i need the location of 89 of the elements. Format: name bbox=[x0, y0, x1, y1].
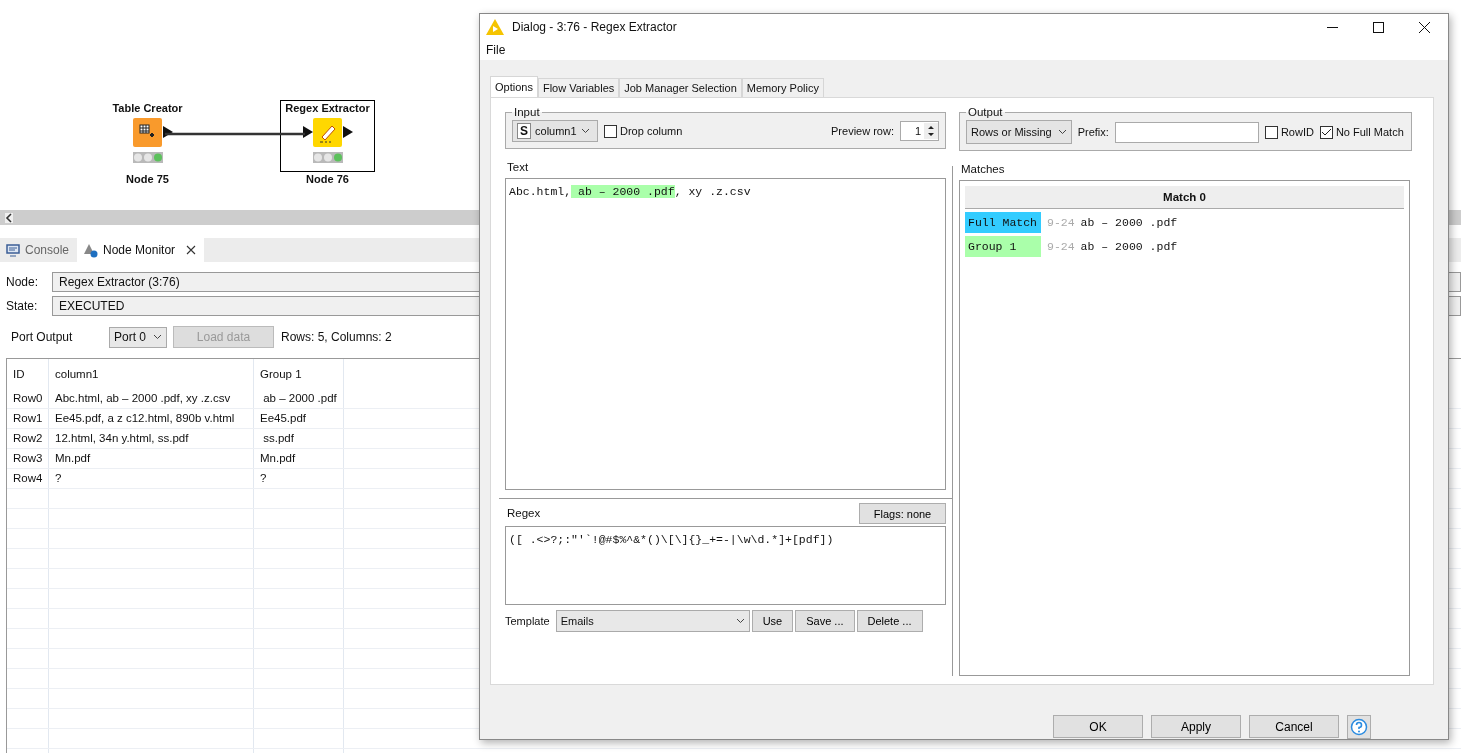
match-value: ab – 2000 .pdf bbox=[1080, 240, 1178, 253]
pencil-icon[interactable] bbox=[313, 118, 342, 147]
status-light-icon bbox=[312, 152, 343, 163]
prefix-field[interactable] bbox=[1114, 121, 1259, 143]
checkbox[interactable] bbox=[1264, 125, 1278, 139]
table-cell: Row4 bbox=[7, 469, 49, 488]
preview-row-spinner[interactable]: 1 bbox=[900, 121, 939, 141]
panel-tab[interactable]: Console bbox=[0, 238, 78, 262]
field-label: Node: bbox=[6, 275, 40, 289]
drop-column-checkbox[interactable]: Drop column bbox=[604, 124, 683, 138]
table-summary: Rows: 5, Columns: 2 bbox=[281, 330, 392, 344]
spinner-arrows-icon[interactable] bbox=[924, 123, 938, 139]
preview-row-label: Preview row: bbox=[831, 125, 894, 137]
checkbox[interactable] bbox=[1319, 125, 1333, 139]
text-area[interactable]: Abc.html, ab – 2000 .pdf, xy .z.csv bbox=[505, 178, 946, 490]
scroll-left-icon[interactable] bbox=[5, 212, 13, 223]
panel-tab[interactable]: Node Monitor bbox=[77, 238, 205, 262]
table-cell: 12.html, 34n y.html, ss.pdf bbox=[49, 429, 254, 448]
table-cell: ? bbox=[49, 469, 254, 488]
help-icon bbox=[1350, 718, 1368, 736]
column-dropdown[interactable]: S column1 bbox=[512, 120, 598, 142]
node-label: Node 75 bbox=[126, 173, 169, 185]
dialog-tab[interactable]: Memory Policy bbox=[741, 78, 824, 97]
checkbox[interactable] bbox=[604, 124, 617, 138]
match-value: ab – 2000 .pdf bbox=[1080, 216, 1178, 229]
table-cell: Row3 bbox=[7, 449, 49, 468]
node-title: Regex Extractor bbox=[285, 102, 370, 114]
table-cell: Row0 bbox=[7, 389, 49, 408]
match-header: Match 0 bbox=[965, 186, 1404, 209]
dialog-button[interactable]: OK bbox=[1053, 715, 1143, 738]
table-cell: ? bbox=[254, 469, 344, 488]
dialog-button[interactable]: Apply bbox=[1151, 715, 1241, 738]
table-cell: Mn.pdf bbox=[49, 449, 254, 468]
table-cell: ss.pdf bbox=[254, 429, 344, 448]
template-button[interactable]: Use bbox=[751, 610, 794, 632]
flags-button[interactable]: Flags: none bbox=[859, 503, 946, 524]
table-cell: Mn.pdf bbox=[254, 449, 344, 468]
dialog-button[interactable]: Cancel bbox=[1249, 715, 1339, 738]
help-button[interactable] bbox=[1347, 715, 1371, 739]
group-title: Output bbox=[967, 106, 1004, 118]
warning-icon bbox=[486, 19, 504, 36]
column-header[interactable]: column1 bbox=[49, 359, 254, 389]
table-cell: Abc.html, ab – 2000 .pdf, xy .z.csv bbox=[49, 389, 254, 408]
chevron-icon bbox=[1057, 129, 1067, 135]
string-type-icon: S bbox=[517, 123, 531, 139]
maximize-icon[interactable] bbox=[1373, 21, 1384, 33]
template-button[interactable]: Delete ... bbox=[856, 610, 923, 632]
close-icon[interactable] bbox=[186, 245, 197, 255]
port-dropdown[interactable]: Port 0 bbox=[109, 326, 167, 348]
section-label: Matches bbox=[961, 163, 1006, 175]
status-light-icon bbox=[132, 152, 163, 163]
match-range: 9-24 bbox=[1047, 240, 1075, 253]
no-full-match-checkbox[interactable]: No Full Match bbox=[1319, 125, 1404, 139]
node-title: Table Creator bbox=[112, 102, 183, 114]
output-mode-dropdown[interactable]: Rows or Missing bbox=[966, 120, 1072, 144]
rowid-checkbox[interactable]: RowID bbox=[1264, 125, 1314, 139]
match-range: 9-24 bbox=[1047, 216, 1075, 229]
prefix-label: Prefix: bbox=[1077, 126, 1109, 138]
match-tag: Full Match bbox=[965, 212, 1041, 233]
regex-field[interactable]: ([ .<>?;:"'`!@#$%^&*()\[\]{}_+=-|\w\d.*]+[pdf]) bbox=[505, 526, 946, 605]
window-title: Dialog - 3:76 - Regex Extractor bbox=[512, 20, 677, 35]
group-title: Input bbox=[513, 106, 541, 118]
table-cell: Ee45.pdf, a z c12.html, 890b v.html bbox=[49, 409, 254, 428]
chevron-icon bbox=[153, 334, 162, 340]
section-label: Regex bbox=[507, 507, 541, 519]
template-dropdown[interactable]: Emails bbox=[555, 610, 750, 632]
table-cell: ab – 2000 .pdf bbox=[254, 389, 344, 408]
section-label: Text bbox=[507, 161, 530, 173]
template-label: Template bbox=[505, 615, 550, 627]
match-tag: Group 1 bbox=[965, 236, 1041, 257]
table-cell: Row1 bbox=[7, 409, 49, 428]
port-output-label: Port Output bbox=[11, 330, 74, 344]
chevron-icon bbox=[580, 128, 590, 134]
dialog-tab[interactable]: Options bbox=[490, 76, 538, 97]
column-header[interactable]: ID bbox=[7, 359, 49, 389]
table-cell: Row2 bbox=[7, 429, 49, 448]
table-cell: Ee45.pdf bbox=[254, 409, 344, 428]
field-label: State: bbox=[6, 299, 39, 313]
warning-info-icon bbox=[83, 242, 99, 258]
dialog-tab[interactable]: Flow Variables bbox=[537, 78, 620, 97]
dialog-tab[interactable]: Job Manager Selection bbox=[619, 78, 742, 97]
table-icon[interactable] bbox=[133, 118, 162, 147]
node-label: Node 76 bbox=[306, 173, 349, 185]
close-icon[interactable] bbox=[1419, 21, 1430, 33]
monitor-icon bbox=[6, 243, 20, 257]
chevron-icon bbox=[735, 618, 745, 624]
column-header[interactable]: Group 1 bbox=[254, 359, 344, 389]
template-button[interactable]: Save ... bbox=[795, 610, 855, 632]
menu-item[interactable]: File bbox=[486, 43, 506, 58]
